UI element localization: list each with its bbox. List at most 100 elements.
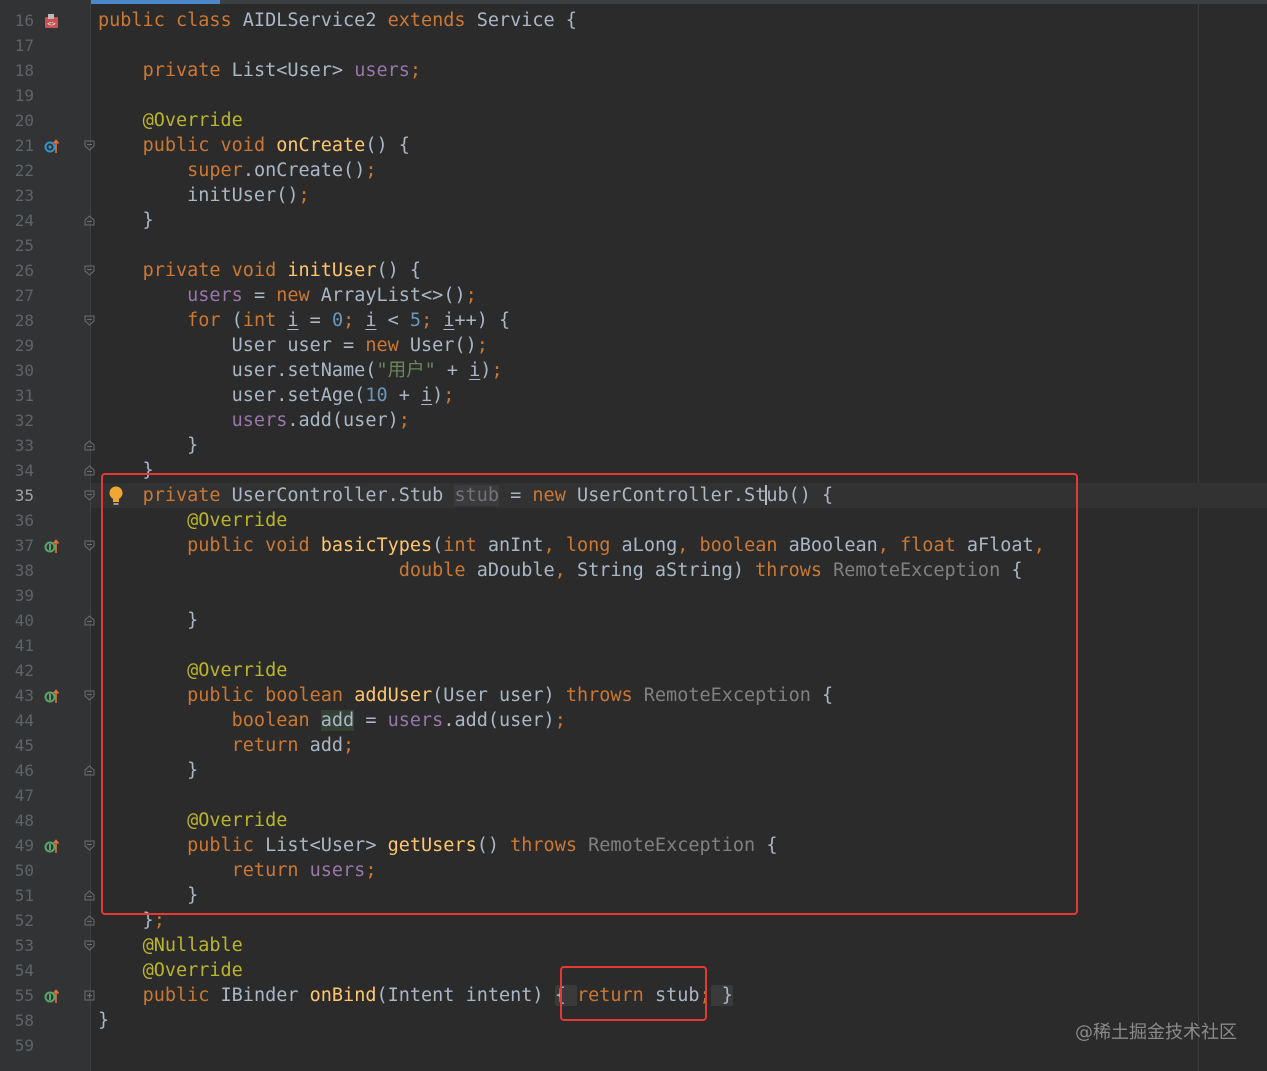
code-text[interactable]: initUser(); [98, 183, 310, 208]
fold-collapse-icon[interactable] [84, 940, 95, 951]
line-number: 52 [14, 911, 34, 930]
code-text[interactable]: for (int i = 0; i < 5; i++) { [98, 308, 510, 333]
code-token: public [142, 985, 221, 1006]
code-token: + [435, 360, 470, 381]
code-line[interactable]: 16 <> public class AIDLService2 extends Se… [0, 8, 1267, 33]
code-token: ++) { [454, 310, 511, 331]
code-line[interactable]: 24 } [0, 208, 1267, 233]
code-text[interactable]: super.onCreate(); [98, 158, 376, 183]
fold-collapse-icon[interactable] [84, 265, 95, 276]
code-line[interactable]: 21 public void onCreate() { [0, 133, 1267, 158]
highlight-box-stub [101, 473, 1078, 915]
code-token: () { [365, 135, 410, 156]
code-text[interactable]: @Nullable [98, 933, 243, 958]
code-token: for [187, 310, 232, 331]
code-token: } [98, 210, 154, 231]
line-number: 48 [14, 811, 34, 830]
implement-up-green-icon[interactable] [44, 538, 60, 554]
code-line[interactable]: 26 private void initUser() { [0, 258, 1267, 283]
code-line[interactable]: 25 [0, 233, 1267, 258]
line-number: 32 [14, 411, 34, 430]
implement-up-green-icon[interactable] [44, 838, 60, 854]
code-token: private void [142, 260, 288, 281]
fold-end-icon[interactable] [84, 915, 95, 926]
line-number: 20 [14, 111, 34, 130]
implement-up-green-icon[interactable] [44, 988, 60, 1004]
code-line[interactable]: 28 for (int i = 0; i < 5; i++) { [0, 308, 1267, 333]
override-up-blue-icon[interactable] [44, 138, 60, 154]
code-token: + [387, 385, 422, 406]
code-token: private [142, 60, 232, 81]
line-number: 49 [14, 836, 34, 855]
line-number: 37 [14, 536, 34, 555]
code-line[interactable]: 20 @Override [0, 108, 1267, 133]
code-line[interactable]: 19 [0, 83, 1267, 108]
code-text[interactable]: private void initUser() { [98, 258, 421, 283]
code-text[interactable]: private List<User> users; [98, 58, 421, 83]
code-text[interactable]: users = new ArrayList<>(); [98, 283, 477, 308]
code-text[interactable]: user.setAge(10 + i); [98, 383, 455, 408]
code-line[interactable]: 53 @Nullable [0, 933, 1267, 958]
code-token: } [710, 985, 733, 1006]
code-text[interactable]: User user = new User(); [98, 333, 488, 358]
code-text[interactable]: } [98, 1008, 109, 1033]
code-text[interactable]: public class AIDLService2 extends Servic… [98, 8, 577, 33]
line-number: 38 [14, 561, 34, 580]
code-line[interactable]: 32 users.add(user); [0, 408, 1267, 433]
fold-collapse-icon[interactable] [84, 540, 95, 551]
fold-collapse-icon[interactable] [84, 140, 95, 151]
code-line[interactable]: 27 users = new ArrayList<>(); [0, 283, 1267, 308]
code-line[interactable]: 17 [0, 33, 1267, 58]
code-token: super [187, 160, 243, 181]
code-token: AIDLService2 [242, 10, 388, 31]
code-token: List<User> [231, 60, 355, 81]
code-line[interactable]: 33 } [0, 433, 1267, 458]
code-token: ; [491, 360, 503, 381]
code-text[interactable]: users.add(user); [98, 408, 410, 433]
code-text[interactable]: } [98, 433, 198, 458]
fold-collapse-icon[interactable] [84, 690, 95, 701]
fold-end-icon[interactable] [84, 465, 95, 476]
line-number: 45 [14, 736, 34, 755]
code-token: ; [365, 160, 377, 181]
line-number: 36 [14, 511, 34, 530]
code-line[interactable]: 29 User user = new User(); [0, 333, 1267, 358]
code-token: 0 [331, 310, 344, 331]
fold-end-icon[interactable] [84, 765, 95, 776]
code-text[interactable]: @Override [98, 958, 243, 983]
line-number: 47 [14, 786, 34, 805]
code-token: user.setAge( [98, 385, 366, 406]
code-line[interactable]: 22 super.onCreate(); [0, 158, 1267, 183]
class-icon[interactable]: <> [44, 13, 60, 29]
code-token: public void [142, 135, 277, 156]
code-token: (Intent intent) [376, 985, 555, 1006]
fold-expand-icon[interactable] [84, 990, 95, 1001]
line-number: 16 [14, 11, 34, 30]
code-line[interactable]: 31 user.setAge(10 + i); [0, 383, 1267, 408]
code-text[interactable]: } [98, 208, 154, 233]
code-line[interactable]: 23 initUser(); [0, 183, 1267, 208]
fold-end-icon[interactable] [84, 890, 95, 901]
code-line[interactable]: 18 private List<User> users; [0, 58, 1267, 83]
code-token: ; [343, 310, 366, 331]
code-token: users [187, 285, 243, 306]
line-number: 17 [14, 36, 34, 55]
fold-collapse-icon[interactable] [84, 840, 95, 851]
fold-end-icon[interactable] [84, 215, 95, 226]
code-text[interactable]: @Override [98, 108, 243, 133]
fold-collapse-icon[interactable] [84, 315, 95, 326]
code-token: users [231, 410, 288, 431]
line-number: 34 [14, 461, 34, 480]
code-token: onBind [309, 985, 377, 1006]
code-text[interactable]: public void onCreate() { [98, 133, 410, 158]
code-line[interactable]: 30 user.setName("用户" + i); [0, 358, 1267, 383]
fold-end-icon[interactable] [84, 440, 95, 451]
implement-up-green-icon[interactable] [44, 688, 60, 704]
line-number: 54 [14, 961, 34, 980]
code-text[interactable]: user.setName("用户" + i); [98, 358, 503, 383]
fold-collapse-icon[interactable] [84, 490, 95, 501]
fold-end-icon[interactable] [84, 615, 95, 626]
code-token: ArrayList<>() [320, 285, 466, 306]
